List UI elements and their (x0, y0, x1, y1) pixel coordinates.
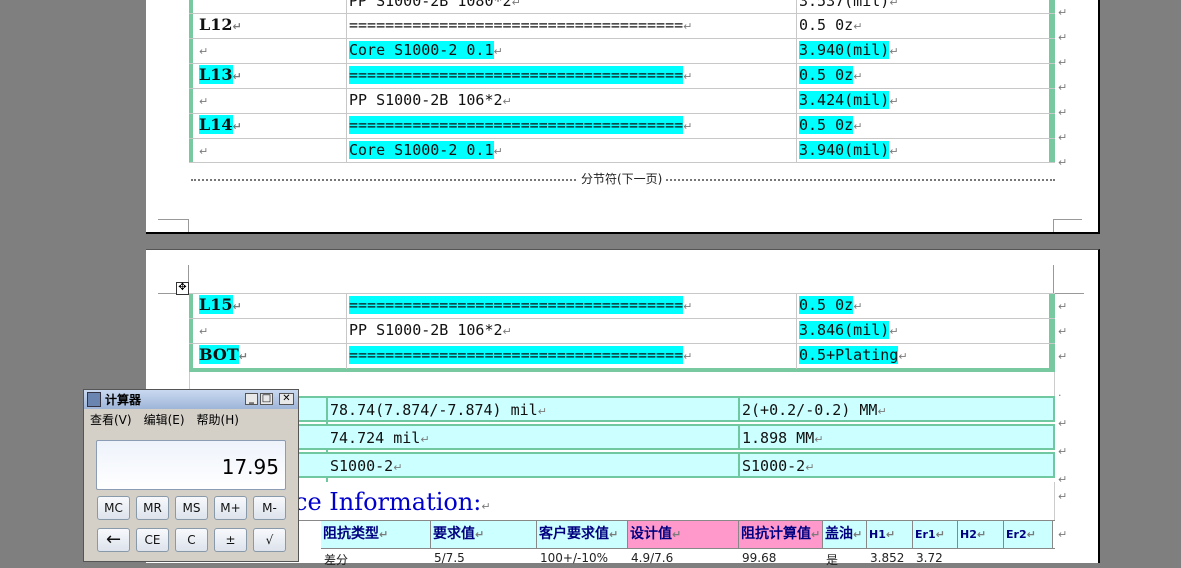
info-value: 74.724 mil↵ (330, 429, 430, 447)
stackup-layer-value: 0.5 0z↵ (799, 116, 863, 134)
header-cell: 阻抗计算值↵ (739, 521, 823, 548)
header-cell: H1↵ (867, 521, 913, 548)
c-button[interactable]: C (175, 528, 208, 552)
calculator-app-icon (87, 392, 101, 407)
stackup-layer-content: Core S1000-2 0.1↵ (349, 41, 503, 59)
blank-row (189, 372, 1055, 396)
menu-view[interactable]: 查看(V) (90, 411, 132, 428)
calculator-titlebar[interactable]: 计算器 _ □ ✕ (84, 390, 298, 409)
info-row: 78.74(7.874/-7.874) mil↵ 2(+0.2/-0.2) MM… (180, 396, 1055, 422)
header-cell: Er2↵ (1004, 521, 1053, 548)
layer-label: L13↵ (199, 65, 242, 84)
empty-cell: ↵ (199, 95, 209, 108)
stackup-layer-content: =====================================↵ (349, 66, 693, 84)
calculator-menubar: 查看(V) 编辑(E) 帮助(H) (84, 409, 298, 429)
maximize-icon[interactable]: □ (260, 393, 273, 405)
stackup-layer-value: 3.940(mil)↵ (799, 41, 899, 59)
crop-mark (158, 219, 189, 232)
table-cell: 99.68 (742, 551, 777, 565)
stackup-layer-value: 0.5 0z↵ (799, 296, 863, 314)
header-cell: 客户要求值↵ (537, 521, 628, 548)
stackup-layer-content: =====================================↵ (349, 346, 693, 364)
backspace-button[interactable]: ← (97, 528, 130, 552)
m-plus-button[interactable]: M+ (214, 496, 247, 520)
info-value: S1000-2↵ (742, 457, 815, 475)
stackup-layer-value: 0.5+Plating↵ (799, 346, 908, 364)
empty-cell: ↵ (199, 145, 209, 158)
table-move-handle-icon[interactable]: ✥ (176, 282, 189, 295)
mc-button[interactable]: MC (97, 496, 130, 520)
menu-edit[interactable]: 编辑(E) (144, 411, 185, 428)
column-divider (796, 293, 797, 369)
info-row: S1000-2↵ S1000-2↵ (180, 452, 1055, 478)
stackup-layer-value: 0.5 0z↵ (799, 66, 863, 84)
ms-button[interactable]: MS (175, 496, 208, 520)
stackup-layer-content: =====================================↵ (349, 16, 693, 34)
m-minus-button[interactable]: M- (253, 496, 286, 520)
stackup-layer-content: Core S1000-2 0.1↵ (349, 141, 503, 159)
sqrt-button[interactable]: √ (253, 528, 286, 552)
stackup-layer-value: 3.940(mil)↵ (799, 141, 899, 159)
table-cell: 4.9/7.6 (631, 551, 674, 565)
header-cell: 阻抗类型↵ (321, 521, 431, 548)
header-cell: Er1↵ (913, 521, 958, 548)
info-value: S1000-2↵ (330, 457, 403, 475)
header-cell: 要求值↵ (431, 521, 537, 548)
stackup-layer-content: PP S1000-2B 106*2↵ (349, 321, 512, 339)
table-cell: 3.852 (870, 551, 905, 565)
crop-mark (1053, 219, 1082, 232)
table-border-left (189, 293, 193, 371)
table-cell: 差分 (324, 553, 349, 567)
info-value: 1.898 MM↵ (742, 429, 824, 447)
table-border-right (1049, 293, 1055, 371)
minimize-icon[interactable]: _ (245, 393, 258, 405)
info-value: 2(+0.2/-0.2) MM↵ (742, 401, 887, 419)
info-value: 78.74(7.874/-7.874) mil↵ (330, 401, 547, 419)
stackup-layer-content: PP S1000-2B 106*2↵ (349, 91, 512, 109)
mr-button[interactable]: MR (136, 496, 169, 520)
table-cell: 5/7.5 (434, 551, 465, 565)
layer-label: L14↵ (199, 115, 242, 134)
layer-label: L12↵ (199, 15, 242, 34)
section-break-label: 分节符(下一页) (578, 170, 666, 187)
header-cell: H2↵ (958, 521, 1004, 548)
stackup-layer-content: =====================================↵ (349, 296, 693, 314)
stackup-layer-value: 3.424(mil)↵ (799, 91, 899, 109)
stackup-layer-value: 3.846(mil)↵ (799, 321, 899, 339)
layer-label: L15↵ (199, 295, 242, 314)
header-cell: 设计值↵ (628, 521, 739, 548)
table-cell: 3.72 (916, 551, 943, 565)
close-icon[interactable]: ✕ (279, 393, 294, 405)
stackup-layer-content: =====================================↵ (349, 116, 693, 134)
plus-minus-button[interactable]: ± (214, 528, 247, 552)
crop-mark (1053, 265, 1084, 294)
layer-label: BOT↵ (199, 345, 248, 364)
stackup-layer-content: PP S1000-2B 1080*2↵ (349, 0, 521, 10)
info-row: 74.724 mil↵ 1.898 MM↵ (180, 424, 1055, 450)
empty-cell: ↵ (199, 45, 209, 58)
document-page-1: PP S1000-2B 1080*2↵ 3.537(mil)↵ L12↵ ===… (146, 0, 1100, 234)
ce-button[interactable]: CE (136, 528, 169, 552)
table-cell: 100+/-10% (540, 551, 609, 565)
column-divider (346, 293, 347, 369)
stackup-layer-value: 3.537(mil)↵ (799, 0, 899, 10)
menu-help[interactable]: 帮助(H) (197, 411, 239, 428)
table-cell: 是 (826, 553, 839, 567)
calculator-display: 17.95 (96, 440, 286, 490)
window-title: 计算器 (105, 393, 142, 407)
empty-cell: ↵ (199, 325, 209, 338)
stackup-layer-value: 0.5 0z↵ (799, 16, 863, 34)
header-cell: 盖油↵ (823, 521, 867, 548)
calculator-window[interactable]: 计算器 _ □ ✕ 查看(V) 编辑(E) 帮助(H) 17.95 MC MR … (83, 389, 299, 562)
